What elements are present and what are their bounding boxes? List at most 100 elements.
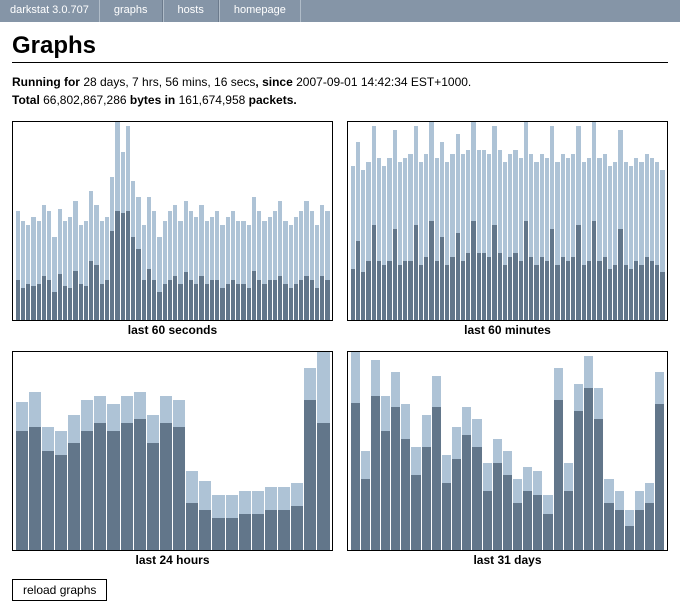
bar [355,122,360,320]
bar [392,122,397,320]
total-packets: 161,674,958 [179,93,246,107]
navbar-brand: darkstat 3.0.707 [0,0,99,22]
bar [563,352,573,550]
bar [553,352,563,550]
bar [238,352,251,550]
bar [317,352,330,550]
content: Graphs Running for 28 days, 7 hrs, 56 mi… [0,22,680,613]
chart-last-60-seconds: last 60 seconds [12,121,333,337]
bar [584,352,594,550]
bar [592,122,597,320]
stats-block: Running for 28 days, 7 hrs, 56 mins, 16 … [12,73,668,109]
bar [550,122,555,320]
bar [41,352,54,550]
page-title: Graphs [12,32,668,63]
bar [523,352,533,550]
bar [441,352,451,550]
bytes-in-label: bytes in [130,93,175,107]
nav-item-hosts[interactable]: hosts [163,0,219,22]
chart-box [347,121,668,321]
bar [492,352,502,550]
bar [533,352,543,550]
bar [624,352,634,550]
chart-label: last 24 hours [12,553,333,567]
bar [513,122,518,320]
chart-last-60-minutes: last 60 minutes [347,121,668,337]
bar [481,122,486,320]
bar [576,122,581,320]
bar [645,352,655,550]
bar [472,352,482,550]
running-for-value: 28 days, 7 hrs, 56 mins, 16 secs [83,75,255,89]
bar [278,352,291,550]
bar [28,352,41,550]
bar [471,122,476,320]
chart-last-31-days: last 31 days [347,351,668,567]
bar [482,352,492,550]
bar [391,352,401,550]
bar [120,122,125,320]
bar [159,352,172,550]
chart-box [12,351,333,551]
bar [360,352,370,550]
bar [304,352,317,550]
bar [655,352,665,550]
bar [107,352,120,550]
bar [523,122,528,320]
bar [225,352,238,550]
bar [513,352,523,550]
reload-button[interactable]: reload graphs [12,579,107,601]
bar [212,352,225,550]
bar [455,122,460,320]
bar [115,122,120,320]
bar [173,352,186,550]
bar [618,122,623,320]
bar [502,352,512,550]
bar [199,352,212,550]
bar [15,352,28,550]
bar [81,352,94,550]
bar [429,122,434,320]
bar [543,352,553,550]
bar [120,352,133,550]
since-value: 2007-09-01 14:42:34 EST+1000. [296,75,471,89]
bar [431,352,441,550]
bar [492,122,497,320]
bar [604,352,614,550]
bar [133,352,146,550]
bar [380,352,390,550]
bar [497,122,502,320]
bar [452,352,462,550]
running-for-label: Running for [12,75,80,89]
bar [264,352,277,550]
chart-label: last 60 minutes [347,323,668,337]
chart-last-24-hours: last 24 hours [12,351,333,567]
bar [325,122,330,320]
bar [54,352,67,550]
bar [614,352,624,550]
total-bytes: 66,802,867,286 [43,93,126,107]
bar [291,352,304,550]
total-label: Total [12,93,40,107]
navbar: darkstat 3.0.707 graphs hosts homepage [0,0,680,22]
bar [476,122,481,320]
chart-label: last 31 days [347,553,668,567]
packets-label: packets. [249,93,297,107]
bar [421,352,431,550]
bar [594,352,604,550]
bar [413,122,418,320]
charts-grid: last 60 seconds last 60 minutes last 24 … [12,121,668,567]
bar [573,352,583,550]
bar [634,352,644,550]
nav-item-graphs[interactable]: graphs [99,0,163,22]
since-label: , since [255,75,292,89]
bar [350,352,360,550]
bar [125,122,130,320]
bar [146,352,159,550]
bar [660,122,665,320]
chart-label: last 60 seconds [12,323,333,337]
nav-item-homepage[interactable]: homepage [219,0,301,22]
chart-box [12,121,333,321]
bar [401,352,411,550]
bar [68,352,81,550]
